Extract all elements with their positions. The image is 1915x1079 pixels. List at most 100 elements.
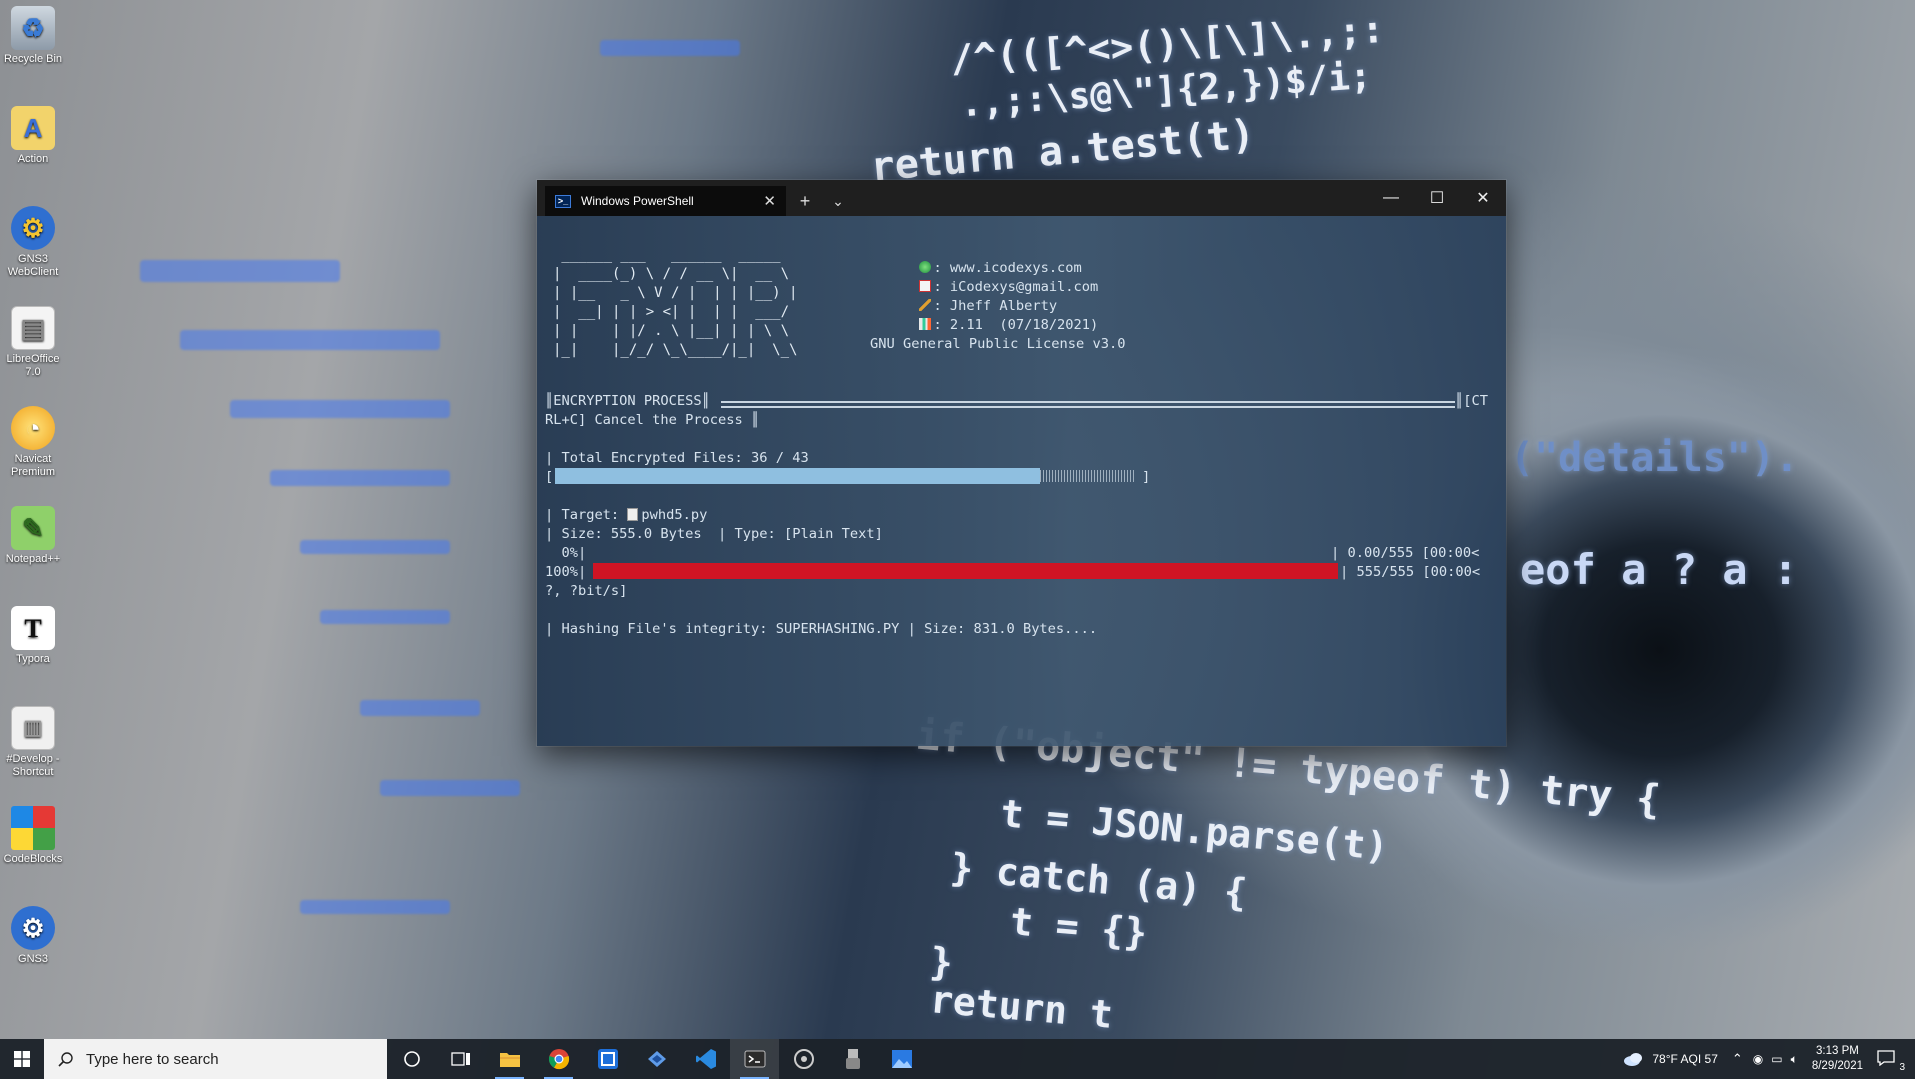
wallpaper-streak: [180, 330, 440, 350]
size-type-line: | Size: 555.0 Bytes | Type: [Plain Text]: [545, 526, 883, 542]
taskbar-terminal[interactable]: [730, 1039, 779, 1079]
tab-title: Windows PowerShell: [581, 194, 694, 208]
maximize-button[interactable]: ☐: [1414, 180, 1460, 216]
wallpaper-streak: [320, 610, 450, 624]
visual-studio-icon: [647, 1051, 666, 1067]
wallpaper-code: return a.test(t): [868, 111, 1257, 191]
desktop-icon-develop[interactable]: ▥ #Develop - Shortcut: [0, 706, 66, 779]
notification-button[interactable]: 3: [1877, 1049, 1907, 1073]
wallpaper-streak: [300, 540, 450, 554]
notification-count: 3: [1899, 1061, 1905, 1073]
taskbar-gns3[interactable]: [779, 1039, 828, 1079]
desktop-icon-libreoffice[interactable]: ▤ LibreOffice 7.0: [0, 306, 66, 379]
total-progress-remaining: [1040, 470, 1134, 482]
file-progress-0-stats: | 0.00/555 [00:00<: [1331, 545, 1480, 561]
clock[interactable]: 3:13 PM 8/29/2021: [1812, 1044, 1863, 1074]
wallpaper-code: return t: [928, 977, 1115, 1037]
hashing-status: | Hashing File's integrity: SUPERHASHING…: [545, 621, 1098, 637]
volume-icon[interactable]: 🔈︎: [1791, 1052, 1798, 1067]
taskbar: Type here to search 78°F AQI 57 ⌃ ◉ ▭ 🔈︎: [0, 1039, 1915, 1079]
taskbar-chrome[interactable]: [534, 1039, 583, 1079]
wallpaper-streak: [270, 470, 450, 486]
wallpaper-streak: [300, 900, 450, 914]
desktop-icon-notepadpp[interactable]: ✎ Notepad++: [0, 506, 66, 566]
total-progress-fill: [555, 468, 1040, 484]
desktop-icon-typora[interactable]: T Typora: [0, 606, 66, 666]
tab-dropdown-button[interactable]: ⌄: [824, 186, 852, 216]
libreoffice-icon: ▤: [11, 306, 55, 350]
clock-time: 3:13 PM: [1816, 1045, 1859, 1057]
wallpaper-code: } catch (a) {: [948, 845, 1249, 915]
tab-close-icon[interactable]: ✕: [763, 192, 776, 210]
action-icon: A: [11, 106, 55, 150]
desktop-icon-gns3-webclient[interactable]: ⚙ GNS3 WebClient: [0, 206, 66, 279]
desktop-icon-label: Recycle Bin: [3, 53, 63, 65]
wallpaper-streak: [230, 400, 450, 418]
taskbar-vscode[interactable]: [681, 1039, 730, 1079]
taskbar-usb-app[interactable]: [828, 1039, 877, 1079]
taskbar-visual-studio[interactable]: [632, 1039, 681, 1079]
start-button[interactable]: [0, 1039, 44, 1079]
tab-windows-powershell[interactable]: >_ Windows PowerShell ✕: [545, 186, 786, 216]
powershell-window[interactable]: >_ Windows PowerShell ✕ + ⌄ — ☐ ✕ ______…: [537, 180, 1506, 746]
taskbar-cortana[interactable]: [387, 1039, 436, 1079]
file-progress-0-pct: 0%|: [545, 545, 587, 561]
close-button[interactable]: ✕: [1460, 180, 1506, 216]
terminal-output[interactable]: ______ ___ ______ _____ | ____(_) \ / / …: [545, 216, 1498, 746]
terminal-icon: [744, 1050, 765, 1068]
file-icon: [627, 508, 639, 521]
license-text: GNU General Public License v3.0: [870, 336, 1126, 352]
notification-icon: [1877, 1049, 1895, 1066]
taskbar-search[interactable]: Type here to search: [44, 1039, 387, 1079]
blue-app-icon: [597, 1049, 618, 1069]
minimize-button[interactable]: —: [1368, 180, 1414, 216]
taskbar-blue-app[interactable]: [583, 1039, 632, 1079]
window-titlebar[interactable]: >_ Windows PowerShell ✕ + ⌄ — ☐ ✕: [537, 180, 1506, 216]
taskbar-file-explorer[interactable]: [485, 1039, 534, 1079]
desktop-icon-recycle-bin[interactable]: ♻ Recycle Bin: [0, 6, 66, 66]
navicat-icon: ◔: [11, 406, 55, 450]
desktop-icon-label: GNS3 WebClient: [7, 253, 59, 278]
taskbar-photos[interactable]: [877, 1039, 926, 1079]
powershell-icon: >_: [555, 194, 571, 208]
wallpaper-streak: [360, 700, 480, 716]
chart-icon: [919, 318, 932, 330]
location-icon[interactable]: ◉: [1753, 1052, 1763, 1066]
desktop-icon-label: Notepad++: [5, 553, 61, 565]
photo-icon: [891, 1050, 912, 1068]
file-progress-bar: [593, 563, 1338, 579]
folder-icon: [499, 1053, 520, 1067]
chevron-up-icon[interactable]: ⌃: [1732, 1051, 1743, 1067]
target-file: pwhd5.py: [641, 507, 708, 523]
search-placeholder: Type here to search: [86, 1050, 219, 1068]
typora-icon: T: [11, 606, 55, 650]
desktop-icon-navicat[interactable]: ◔ Navicat Premium: [0, 406, 66, 479]
windows-logo-icon: [14, 1051, 30, 1067]
wallpaper-streak: [600, 40, 740, 56]
clock-date: 8/29/2021: [1811, 1060, 1863, 1072]
wallpaper-code: ("details").: [1510, 435, 1799, 481]
task-view-icon: [450, 1052, 470, 1066]
total-encrypted-files: | Total Encrypted Files: 36 / 43: [545, 450, 809, 466]
search-icon: [58, 1052, 73, 1067]
desktop-icon-gns3[interactable]: ⚙ GNS3: [0, 906, 66, 966]
wallpaper-code: t = {}: [1008, 899, 1149, 955]
develop-shortcut-icon: ▥: [11, 706, 55, 750]
cancel-process-hint: RL+C] Cancel the Process ║: [545, 412, 760, 428]
encryption-process-right: ║[CT: [1455, 393, 1488, 409]
vscode-icon: [695, 1049, 716, 1069]
cloud-icon[interactable]: [1622, 1051, 1646, 1067]
desktop-icon-label: Action: [17, 153, 49, 165]
desktop-icon-action[interactable]: A Action: [0, 106, 66, 166]
usb-icon: [845, 1049, 860, 1069]
file-progress-100-stats: | 555/555 [00:00<: [1340, 564, 1481, 580]
total-bar-close: ]: [1142, 469, 1151, 485]
taskbar-task-view[interactable]: [436, 1039, 485, 1079]
new-tab-button[interactable]: +: [786, 186, 824, 216]
desktop-icon-codeblocks[interactable]: CodeBlocks: [0, 806, 66, 866]
desktop-icon-label: Typora: [16, 653, 50, 665]
encryption-process-label: ║ENCRYPTION PROCESS║: [545, 393, 710, 409]
network-icon[interactable]: ▭: [1771, 1052, 1782, 1066]
file-progress-100-pct: 100%|: [545, 564, 587, 580]
weather-text[interactable]: 78°F AQI 57: [1652, 1052, 1718, 1066]
